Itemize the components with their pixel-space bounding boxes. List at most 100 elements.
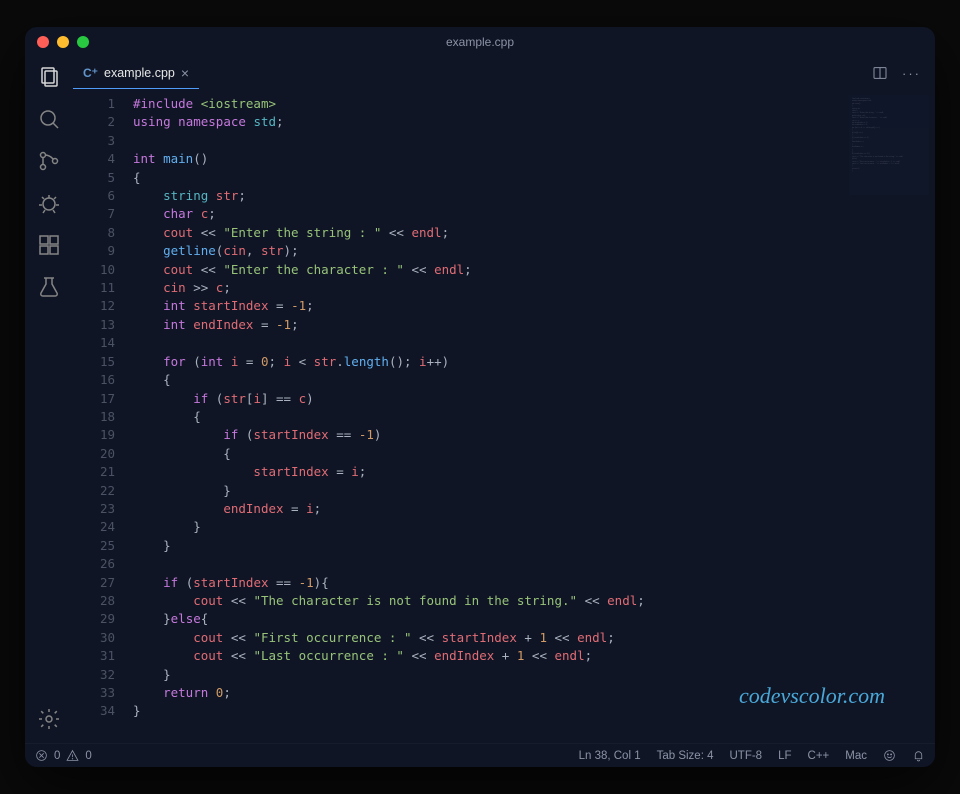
editor-main: C⁺ example.cpp × ··· 1234567891011121314… (73, 57, 935, 743)
code-line: { (133, 169, 935, 187)
split-editor-icon[interactable] (872, 65, 888, 81)
code-line: cout << "First occurrence : " << startIn… (133, 629, 935, 647)
code-line: } (133, 518, 935, 536)
line-number: 33 (73, 684, 133, 702)
line-number: 1 (73, 95, 133, 113)
status-encoding[interactable]: UTF-8 (730, 750, 763, 762)
source-control-icon[interactable] (37, 149, 61, 173)
code-line: int endIndex = -1; (133, 316, 935, 334)
line-number: 29 (73, 610, 133, 628)
line-number: 4 (73, 150, 133, 168)
line-number: 11 (73, 279, 133, 297)
line-number: 27 (73, 574, 133, 592)
search-icon[interactable] (37, 107, 61, 131)
status-os[interactable]: Mac (845, 750, 867, 762)
code-line: } (133, 482, 935, 500)
line-number: 3 (73, 132, 133, 150)
code-line: cout << "Enter the character : " << endl… (133, 261, 935, 279)
code-line: for (int i = 0; i < str.length(); i++) (133, 353, 935, 371)
code-line: { (133, 445, 935, 463)
window-close-button[interactable] (37, 36, 49, 48)
code-line: int startIndex = -1; (133, 297, 935, 315)
line-number: 2 (73, 113, 133, 131)
code-line: cout << "The character is not found in t… (133, 592, 935, 610)
line-number: 5 (73, 169, 133, 187)
activity-bar (25, 57, 73, 743)
line-number: 30 (73, 629, 133, 647)
line-number: 9 (73, 242, 133, 260)
line-number: 18 (73, 408, 133, 426)
tab-label: example.cpp (104, 66, 175, 80)
line-number: 6 (73, 187, 133, 205)
window-maximize-button[interactable] (77, 36, 89, 48)
status-language[interactable]: C++ (808, 750, 830, 762)
line-number: 21 (73, 463, 133, 481)
line-number: 32 (73, 666, 133, 684)
code-content[interactable]: #include <iostream>using namespace std; … (133, 89, 935, 743)
traffic-lights (37, 36, 89, 48)
window-minimize-button[interactable] (57, 36, 69, 48)
tab-bar: C⁺ example.cpp × ··· (73, 57, 935, 89)
code-line (133, 555, 935, 573)
code-line: }else{ (133, 610, 935, 628)
code-line: getline(cin, str); (133, 242, 935, 260)
code-line: int main() (133, 150, 935, 168)
code-line: string str; (133, 187, 935, 205)
line-number: 31 (73, 647, 133, 665)
code-line: endIndex = i; (133, 500, 935, 518)
window-body: C⁺ example.cpp × ··· 1234567891011121314… (25, 57, 935, 743)
line-number: 22 (73, 482, 133, 500)
line-number: 34 (73, 702, 133, 720)
window-title: example.cpp (25, 35, 935, 49)
editor-window: example.cpp C⁺ example.cpp × ··· (25, 27, 935, 767)
error-count: 0 (54, 750, 60, 762)
code-line: char c; (133, 205, 935, 223)
more-actions-icon[interactable]: ··· (902, 66, 921, 81)
line-number: 20 (73, 445, 133, 463)
line-number: 13 (73, 316, 133, 334)
line-number: 26 (73, 555, 133, 573)
code-line: startIndex = i; (133, 463, 935, 481)
cpp-file-icon: C⁺ (83, 66, 98, 80)
status-cursor[interactable]: Ln 38, Col 1 (579, 750, 641, 762)
editor-area[interactable]: 1234567891011121314151617181920212223242… (73, 89, 935, 743)
line-number: 19 (73, 426, 133, 444)
code-line: } (133, 702, 935, 720)
error-icon (35, 749, 48, 762)
line-number: 14 (73, 334, 133, 352)
line-number: 28 (73, 592, 133, 610)
code-line (133, 334, 935, 352)
status-bar: 0 0 Ln 38, Col 1 Tab Size: 4 UTF-8 LF C+… (25, 743, 935, 767)
code-line: cout << "Enter the string : " << endl; (133, 224, 935, 242)
bell-icon[interactable] (912, 749, 925, 762)
line-number: 15 (73, 353, 133, 371)
code-line: if (startIndex == -1){ (133, 574, 935, 592)
debug-icon[interactable] (37, 191, 61, 215)
status-tabsize[interactable]: Tab Size: 4 (657, 750, 714, 762)
extensions-icon[interactable] (37, 233, 61, 257)
minimap[interactable]: #include <iostream>using namespace std;i… (849, 95, 929, 195)
line-number: 16 (73, 371, 133, 389)
tab-actions: ··· (872, 57, 935, 89)
line-number: 7 (73, 205, 133, 223)
code-line: { (133, 408, 935, 426)
explorer-icon[interactable] (37, 65, 61, 89)
warning-count: 0 (85, 750, 91, 762)
status-eol[interactable]: LF (778, 750, 791, 762)
code-line: #include <iostream> (133, 95, 935, 113)
line-number: 24 (73, 518, 133, 536)
code-line: using namespace std; (133, 113, 935, 131)
settings-gear-icon[interactable] (37, 707, 61, 731)
code-line: return 0; (133, 684, 935, 702)
tab-example-cpp[interactable]: C⁺ example.cpp × (73, 57, 199, 89)
line-number: 17 (73, 390, 133, 408)
code-line: { (133, 371, 935, 389)
code-line: } (133, 537, 935, 555)
testing-icon[interactable] (37, 275, 61, 299)
close-icon[interactable]: × (181, 65, 189, 81)
code-line: } (133, 666, 935, 684)
line-number: 25 (73, 537, 133, 555)
code-line (133, 132, 935, 150)
status-problems[interactable]: 0 0 (35, 749, 92, 762)
feedback-icon[interactable] (883, 749, 896, 762)
